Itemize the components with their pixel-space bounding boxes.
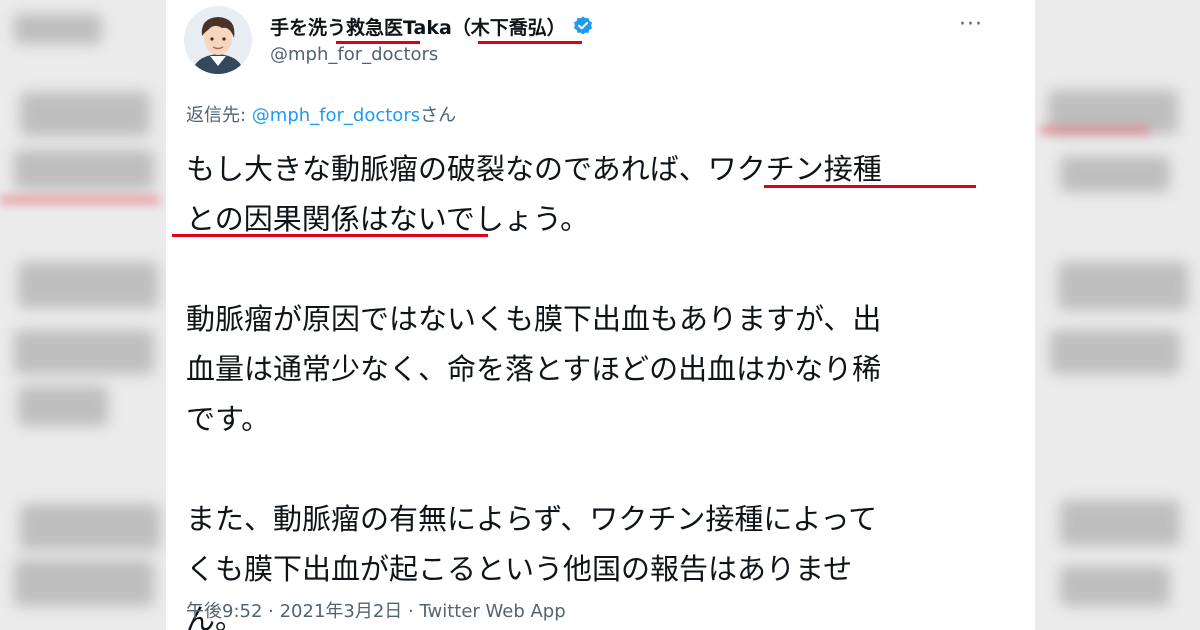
tweet-body: もし大きな動脈瘤の破裂なのであれば、ワクチン接種 との因果関係はないでしょう。 … [186, 144, 986, 630]
body-underline-1 [764, 185, 976, 188]
author-name-row: 手を洗う救急医Taka（木下喬弘） [270, 12, 594, 40]
tweet-timestamp[interactable]: 午後9:52 · 2021年3月2日 · Twitter Web App [186, 597, 566, 623]
body-underline-2 [172, 234, 488, 237]
reply-to-line: 返信先: @mph_for_doctorsさん [186, 101, 456, 127]
tweet-card: 手を洗う救急医Taka（木下喬弘） @mph_for_doctors ··· 返… [166, 0, 1035, 630]
display-name[interactable]: 手を洗う救急医Taka（木下喬弘） [270, 13, 566, 40]
reply-mention-link[interactable]: @mph_for_doctors [252, 105, 420, 126]
name-underline-2 [478, 41, 582, 44]
reply-prefix: 返信先: [186, 105, 252, 126]
tweet-line: くも膜下出血が起こるという他国の報告はありませ [186, 552, 853, 586]
avatar-illustration-icon [184, 6, 252, 74]
name-underline-1 [336, 41, 420, 44]
tweet-line: 動脈瘤が原因ではないくも膜下出血もありますが、出 [186, 302, 882, 336]
more-horizontal-icon[interactable]: ··· [959, 12, 983, 37]
author-handle[interactable]: @mph_for_doctors [270, 44, 438, 65]
tweet-line: です。 [186, 402, 271, 436]
tweet-line: 血量は通常少なく、命を落とすほどの出血はかなり稀 [186, 352, 882, 386]
reply-suffix: さん [420, 105, 457, 126]
verified-badge-icon [572, 15, 594, 37]
tweet-line: また、動脈瘤の有無によらず、ワクチン接種によって [186, 502, 878, 536]
avatar[interactable] [184, 6, 252, 74]
